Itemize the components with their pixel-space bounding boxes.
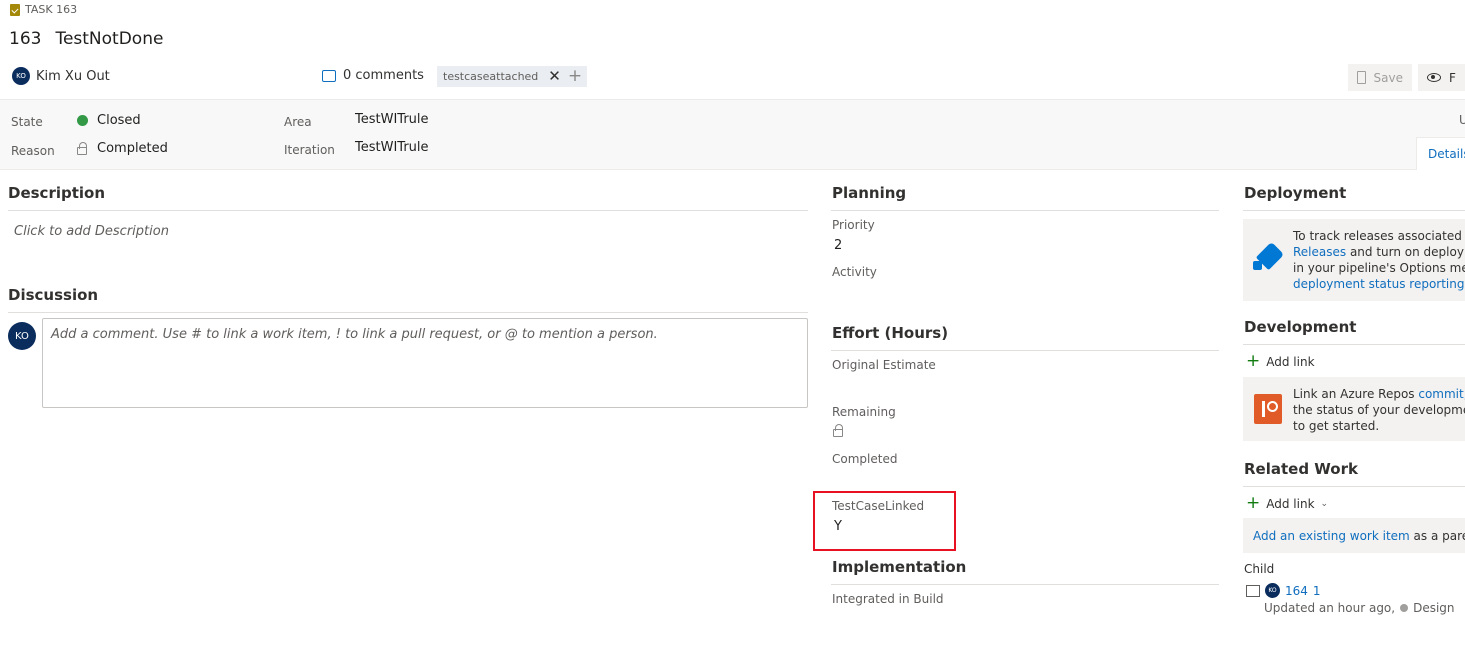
tag-chip[interactable]: testcaseattached ✕	[437, 66, 567, 87]
child-id[interactable]: 164	[1285, 584, 1308, 598]
development-card: Link an Azure Repos commit, pul the stat…	[1243, 377, 1465, 441]
reason-value: Completed	[97, 141, 168, 156]
avatar: KO	[1265, 583, 1280, 598]
work-item-type: TASK 163	[10, 3, 77, 16]
deployment-card: To track releases associated with Releas…	[1243, 219, 1465, 301]
development-text: Link an Azure Repos commit, pul the stat…	[1293, 386, 1465, 434]
comment-placeholder: Add a comment. Use # to link a work item…	[51, 327, 658, 342]
state-label: State	[11, 115, 43, 129]
development-title: Development	[1244, 318, 1357, 336]
effort-title: Effort (Hours)	[832, 324, 949, 342]
development-add-link[interactable]: + Add link	[1246, 353, 1315, 370]
plus-icon: +	[1246, 493, 1261, 513]
implementation-title: Implementation	[832, 558, 967, 576]
description-placeholder[interactable]: Click to add Description	[14, 224, 169, 239]
planning-title: Planning	[832, 184, 907, 202]
follow-label: F	[1449, 70, 1456, 85]
work-item-id: 163	[9, 29, 42, 49]
child-state: Design	[1413, 601, 1455, 615]
state-value: Closed	[97, 113, 141, 128]
child-title[interactable]: 1	[1313, 584, 1321, 598]
planning-divider	[831, 210, 1219, 211]
save-icon	[1357, 71, 1366, 84]
implementation-divider	[831, 584, 1219, 585]
lock-icon	[77, 142, 87, 155]
reason-field: Completed	[77, 141, 168, 156]
comment-icon	[322, 69, 336, 82]
priority-value[interactable]: 2	[834, 238, 842, 253]
state-dot-icon	[1400, 604, 1409, 612]
assigned-to[interactable]: KO Kim Xu Out	[12, 67, 110, 85]
child-label: Child	[1244, 562, 1275, 576]
follow-button[interactable]: F	[1418, 64, 1465, 91]
related-add-link[interactable]: + Add link ⌄	[1246, 495, 1328, 512]
deployment-status-link[interactable]: deployment status reporting	[1293, 276, 1465, 292]
child-updated: Updated an hour ago,	[1264, 601, 1396, 615]
integrated-build-label: Integrated in Build	[832, 592, 944, 606]
close-icon[interactable]: ✕	[548, 69, 561, 84]
deployment-text: To track releases associated with Releas…	[1293, 228, 1465, 292]
plus-icon: +	[567, 66, 583, 86]
child-meta: Updated an hour ago, Design	[1264, 601, 1455, 615]
remaining-label: Remaining	[832, 405, 896, 419]
description-title: Description	[8, 184, 106, 202]
add-tag-button[interactable]: +	[563, 66, 587, 87]
work-item-title[interactable]: TestNotDone	[55, 29, 163, 49]
task-icon	[10, 3, 20, 16]
rocket-icon	[1251, 241, 1285, 275]
highlight-box	[813, 491, 956, 551]
related-work-divider	[1243, 486, 1465, 487]
avatar: KO	[8, 322, 36, 350]
state-field[interactable]: Closed	[77, 113, 141, 128]
work-item-type-label: TASK 163	[25, 3, 78, 16]
save-label: Save	[1373, 70, 1403, 85]
tab-details[interactable]: Details	[1416, 137, 1465, 170]
tag-label: testcaseattached	[443, 70, 539, 83]
activity-label: Activity	[832, 265, 877, 279]
iteration-label: Iteration	[284, 143, 335, 157]
existing-work-item-card: Add an existing work item as a parent	[1243, 518, 1465, 553]
comments-count: 0 comments	[343, 68, 424, 83]
deployment-divider	[1243, 210, 1465, 211]
development-divider	[1243, 344, 1465, 345]
reason-label: Reason	[11, 144, 55, 158]
page-title: 163 TestNotDone	[9, 29, 163, 49]
tab-details-label: Details	[1428, 147, 1465, 161]
comment-input[interactable]: Add a comment. Use # to link a work item…	[42, 318, 808, 408]
comments-link[interactable]: 0 comments	[322, 68, 424, 83]
area-label: Area	[284, 115, 312, 129]
completed-label: Completed	[832, 452, 898, 466]
description-divider	[8, 210, 808, 211]
chevron-down-icon: ⌄	[1320, 498, 1329, 509]
lock-icon	[833, 424, 843, 437]
deployment-title: Deployment	[1244, 184, 1347, 202]
priority-label: Priority	[832, 218, 875, 232]
plus-icon: +	[1246, 351, 1261, 371]
original-estimate-label: Original Estimate	[832, 358, 936, 372]
area-value[interactable]: TestWITrule	[355, 112, 429, 127]
updated-label: U	[1459, 113, 1465, 127]
fields-band	[0, 99, 1465, 170]
effort-divider	[831, 350, 1219, 351]
related-work-title: Related Work	[1244, 460, 1358, 478]
avatar: KO	[12, 67, 30, 85]
child-item[interactable]: KO 164 1	[1246, 583, 1321, 598]
repos-icon	[1254, 394, 1282, 424]
test-case-icon	[1246, 584, 1260, 597]
commit-link[interactable]: commit, pul	[1418, 387, 1465, 401]
iteration-value[interactable]: TestWITrule	[355, 140, 429, 155]
discussion-title: Discussion	[8, 286, 99, 304]
discussion-divider	[8, 312, 808, 313]
releases-link[interactable]: Releases	[1293, 245, 1346, 259]
eye-icon	[1427, 73, 1441, 82]
save-button[interactable]: Save	[1348, 64, 1412, 91]
state-dot-icon	[77, 115, 88, 126]
assigned-to-name: Kim Xu Out	[36, 68, 110, 84]
add-existing-work-item-link[interactable]: Add an existing work item	[1253, 529, 1410, 543]
